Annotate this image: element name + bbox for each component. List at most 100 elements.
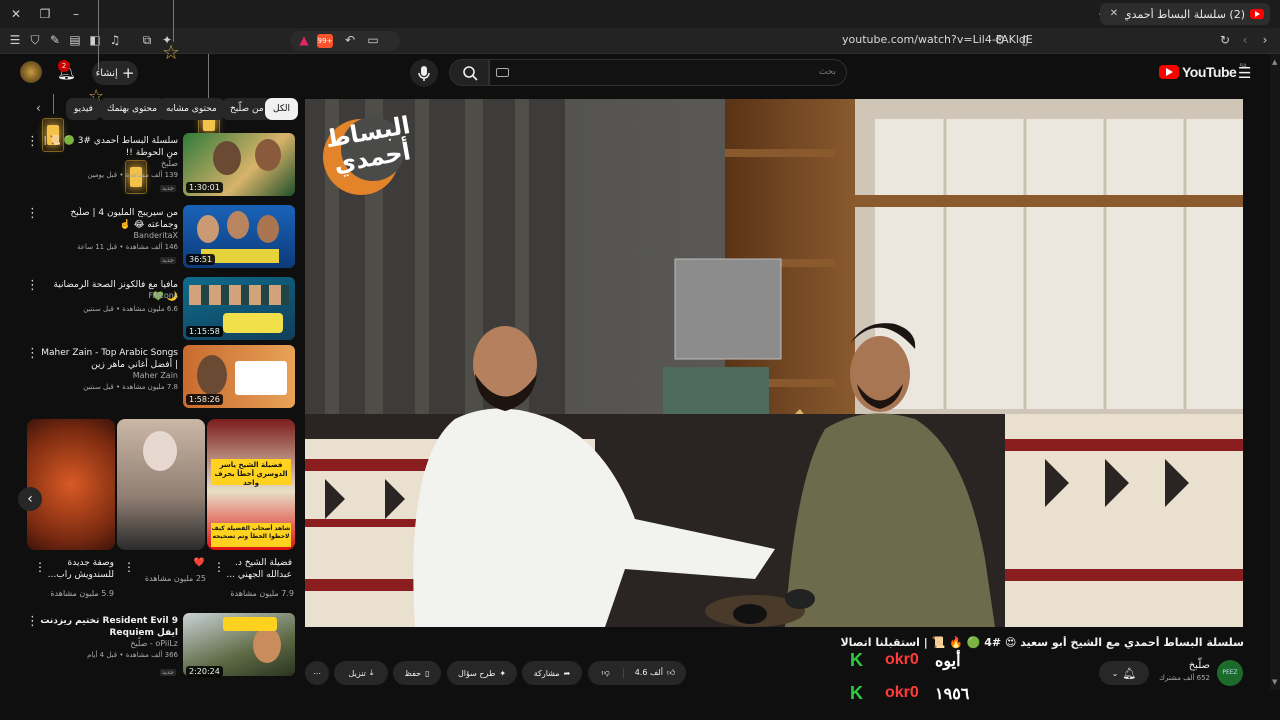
more-options-icon[interactable]: ⋮ [26,615,39,629]
more-options-icon[interactable]: ⋮ [26,135,39,149]
duration-badge: 1:15:58 [186,326,223,337]
tabs-icon[interactable]: ▤ [65,30,85,50]
ask-button[interactable]: طرح سؤال ✦ [447,661,517,685]
pen-icon[interactable]: ✎ [45,30,65,50]
more-actions-button[interactable]: ⋯ [305,661,329,685]
more-options-icon[interactable]: ⋮ [26,347,39,361]
voice-search-button[interactable] [410,59,438,87]
list-item[interactable]: ⋮ مافيا مع فالكونز الصحة الرمضانية 🌙 💚 F… [0,277,300,341]
short-thumbnail[interactable] [117,419,205,550]
shield-icon[interactable]: ⛉ [25,30,45,50]
screenshot-icon[interactable]: ⧉ [137,30,157,50]
back-icon[interactable]: › [1255,30,1275,50]
channel-avatar[interactable]: PEEZ [1217,660,1243,686]
like-button[interactable]: 4.6 ألف 👍︎ [624,668,686,678]
sidebar-icon[interactable]: ◧ [85,30,105,50]
new-badge: جديد [160,257,176,264]
chip-videos[interactable]: فيديو [66,98,101,120]
short-title[interactable]: فضيلة الشيخ د. عبدالله الجهني ... [222,557,292,581]
download-button[interactable]: تنزيل ⤓ [334,661,388,685]
youtube-logo[interactable]: YouTube SA [1159,64,1247,80]
shelf-prev-button[interactable]: ‹ [18,487,42,511]
video-player[interactable]: البساط أحمدي [305,99,1243,627]
undo-icon[interactable]: ↶ [340,30,360,50]
channel-name-main[interactable]: صلّبخ [1150,660,1210,671]
short-thumbnail[interactable] [27,419,115,550]
thumbnail-face [213,141,241,175]
site-settings-icon[interactable]: ⚙ [990,30,1010,50]
short-meta: 5.9 مليون مشاهدة [50,589,114,598]
scroll-down-icon[interactable]: ▼ [1272,678,1277,686]
like-dislike-group: 👎︎ 4.6 ألف 👍︎ [588,661,686,685]
bookmark-icon[interactable]: ▯ [1015,30,1035,50]
active-tab[interactable]: ✕ (2) سلسلة البساط أحمدي مع الشيخ... [1100,3,1270,25]
list-item[interactable]: ⋮ من سيريبج المليون 4 | صلّبخ وجماعته 😂 … [0,205,300,269]
chevron-left-icon[interactable]: ‹ [36,101,41,115]
overlay-message: أيوه [935,653,961,670]
duration-badge: 2:20:24 [186,666,223,677]
thumbnail-people [189,285,289,305]
short-title[interactable]: ❤️ [135,557,205,569]
close-window-icon[interactable]: ✕ [6,4,26,24]
share-label: مشاركة [533,668,560,678]
close-tab-icon[interactable]: ✕ [1108,4,1120,24]
more-options-icon[interactable]: ⋮ [34,560,46,574]
search-button[interactable] [449,59,489,86]
list-item[interactable]: ⋮ Maher Zain - Top Arabic Songs | أفضل أ… [0,345,300,409]
video-meta: 7.8 مليون مشاهدة • قبل سنتين [83,383,178,391]
cast-icon[interactable]: ▭ [363,30,383,50]
list-item[interactable]: ⋮ Resident Evil 9 تختيم ريزدنت ايفل Requ… [0,613,300,677]
menu-icon[interactable]: ☰ [5,30,25,50]
save-button[interactable]: حفظ ▯ [393,661,441,685]
channel-name[interactable]: BanderitaX [40,231,179,240]
minimize-window-icon[interactable]: – [66,4,86,24]
search-input[interactable]: بحث [489,59,847,86]
more-options-icon[interactable]: ⋮ [26,279,39,293]
channel-name[interactable]: Falcons [40,291,178,300]
logo-text: YouTube [1182,64,1237,80]
video-meta: 6.6 مليون مشاهدة • قبل سنتين [83,305,178,313]
channel-name[interactable]: صلّبخ [40,159,178,168]
video-title[interactable]: Maher Zain - Top Arabic Songs | أفضل أغا… [40,347,178,371]
brave-shield-badge[interactable]: 99+ [317,34,333,48]
video-meta: 366 ألف مشاهدة • قبل 4 أيام [87,651,178,659]
video-title-main: سلسلة البساط أحمدي مع الشيخ أبو سعيد 😍 #… [840,636,1244,649]
k-logo-icon: K [850,650,863,670]
duration-badge: 1:58:26 [186,394,223,405]
share-button[interactable]: مشاركة ➦ [522,661,582,685]
short-title[interactable]: وصفة جديدة للسندويش راب... [44,557,114,581]
channel-name[interactable]: oPiiLz - صلّبخ [40,639,178,648]
new-badge: جديد [160,669,176,676]
maximize-window-icon[interactable]: ❐ [35,4,55,24]
dislike-button[interactable]: 👎︎ [588,668,624,678]
short-thumbnail[interactable]: فضيلة الشيخ ياسر الدوسري أخطأ بحرف واحد … [207,419,295,550]
list-item[interactable]: ⋮ سلسلة البساط أحمدي #3 🟢 📜 | من الحوطة … [0,133,300,197]
page-scrollbar[interactable]: ▲ ▼ [1270,54,1280,690]
lantern-string [208,54,209,99]
more-options-icon[interactable]: ⋮ [26,207,39,221]
subscribed-button[interactable]: ⌄ 🔔︎ [1099,661,1149,685]
download-icon: ⤓ [369,668,374,677]
subscriber-count: 652 ألف مشترك [1159,674,1210,682]
forward-icon[interactable]: ‹ [1235,30,1255,50]
chip-all[interactable]: الكل [265,98,299,120]
microphone-icon [418,66,430,81]
more-options-icon[interactable]: ⋮ [123,560,135,574]
video-title[interactable]: من سيريبج المليون 4 | صلّبخ وجماعته 😂 ☝️ [40,207,178,231]
avatar[interactable] [20,61,42,83]
keyboard-icon[interactable] [496,68,509,77]
reload-icon[interactable]: ↻ [1215,30,1235,50]
video-title[interactable]: سلسلة البساط أحمدي #3 🟢 📜 | من الحوطة !! [40,135,178,159]
music-icon[interactable]: ♫ [105,30,125,50]
chip-similar[interactable]: محتوى مشابه [158,98,225,120]
short-meta: 7.9 مليون مشاهدة [230,589,294,598]
scroll-up-icon[interactable]: ▲ [1272,58,1277,66]
youtube-header: 🔔︎ 2 إنشاء + بحث YouTube SA ☰ [0,54,1280,94]
chip-interesting[interactable]: محتوى بهتمك [99,98,166,120]
thumbnail-face [255,139,281,171]
channel-name[interactable]: Maher Zain [40,371,178,380]
guide-menu-icon[interactable]: ☰ [1238,64,1251,82]
more-options-icon[interactable]: ⋮ [213,560,225,574]
video-title[interactable]: Resident Evil 9 تختيم ريزدنت ايفل Requie… [40,615,178,639]
aria-icon[interactable]: ▲ [294,30,314,50]
